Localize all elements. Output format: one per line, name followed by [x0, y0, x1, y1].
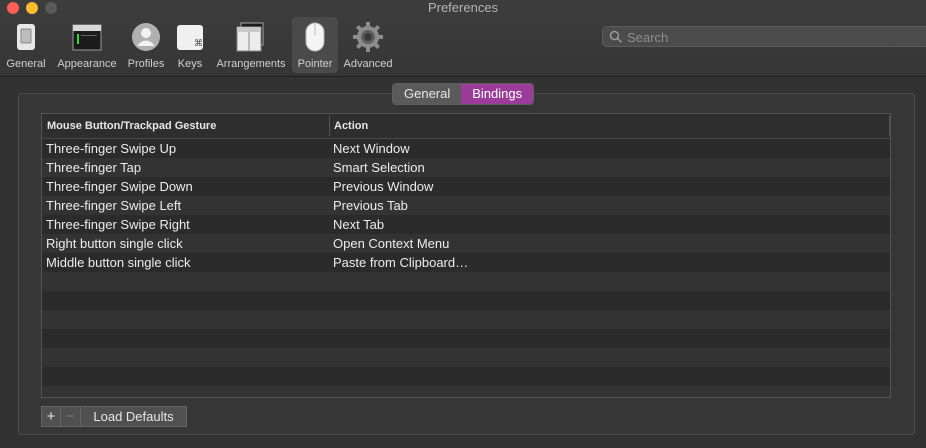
action-cell: Next Tab	[333, 217, 385, 232]
table-row[interactable]: Three-finger Swipe Down Previous Window	[42, 177, 890, 196]
table-header: Mouse Button/Trackpad Gesture Action	[42, 114, 890, 139]
table-row[interactable]	[42, 310, 890, 329]
action-cell: Next Window	[333, 141, 410, 156]
toolbar-item-arrangements[interactable]: Arrangements	[212, 17, 290, 73]
toolbar-item-pointer[interactable]: Pointer	[292, 17, 338, 73]
toolbar-item-profiles[interactable]: Profiles	[124, 17, 168, 73]
toolbar-item-advanced[interactable]: Advanced	[340, 17, 396, 73]
load-defaults-button[interactable]: Load Defaults	[81, 406, 187, 427]
preferences-window: Preferences General Appearance Profiles …	[0, 0, 926, 448]
toolbar-label: Pointer	[297, 58, 333, 70]
table-row[interactable]	[42, 348, 890, 367]
toolbar-label: General	[6, 58, 46, 70]
toolbar-label: Profiles	[127, 58, 165, 70]
toolbar-label: Appearance	[57, 58, 117, 70]
gear-icon	[352, 21, 384, 53]
toolbar-label: Advanced	[343, 58, 393, 70]
column-divider	[889, 116, 890, 136]
column-divider[interactable]	[329, 116, 330, 136]
table-actions: + − Load Defaults	[41, 406, 187, 427]
toolbar-item-general[interactable]: General	[4, 17, 48, 73]
keys-icon: ⌘	[174, 21, 206, 53]
table-row[interactable]: Right button single click Open Context Me…	[42, 234, 890, 253]
search-icon	[609, 30, 623, 44]
action-cell: Open Context Menu	[333, 236, 450, 251]
profiles-icon	[130, 21, 162, 53]
bindings-table: Mouse Button/Trackpad Gesture Action Thr…	[41, 113, 891, 398]
gesture-cell: Right button single click	[46, 236, 183, 251]
pointer-icon	[299, 21, 331, 53]
table-row[interactable]	[42, 272, 890, 291]
title-bar: Preferences General Appearance Profiles …	[0, 0, 926, 77]
table-row[interactable]: Three-finger Swipe Up Next Window	[42, 139, 890, 158]
gesture-cell: Three-finger Swipe Left	[46, 198, 182, 213]
gesture-cell: Three-finger Swipe Down	[46, 179, 193, 194]
toolbar-item-appearance[interactable]: Appearance	[53, 17, 121, 73]
column-header-gesture[interactable]: Mouse Button/Trackpad Gesture	[47, 114, 216, 138]
tab-control: General Bindings	[392, 83, 535, 105]
table-row[interactable]	[42, 291, 890, 310]
table-row[interactable]	[42, 386, 890, 397]
table-row[interactable]	[42, 367, 890, 386]
toolbar-label: Arrangements	[216, 58, 286, 70]
gesture-cell: Three-finger Swipe Right	[46, 217, 190, 232]
table-row[interactable]: Three-finger Swipe Left Previous Tab	[42, 196, 890, 215]
tab-bindings[interactable]: Bindings	[461, 84, 534, 104]
action-cell: Previous Window	[333, 179, 434, 194]
gesture-cell: Three-finger Swipe Up	[46, 141, 177, 156]
general-icon	[10, 21, 42, 53]
table-row[interactable]: Middle button single click Paste from Cli…	[42, 253, 890, 272]
svg-text:⌘: ⌘	[194, 39, 203, 49]
toolbar-label: Keys	[177, 58, 203, 70]
tab-general[interactable]: General	[393, 84, 462, 104]
search-field[interactable]	[602, 26, 926, 47]
column-header-action[interactable]: Action	[334, 114, 368, 138]
arrangements-icon	[235, 21, 267, 53]
gesture-cell: Three-finger Tap	[46, 160, 142, 175]
action-cell: Smart Selection	[333, 160, 425, 175]
gesture-cell: Middle button single click	[46, 255, 191, 270]
toolbar-item-keys[interactable]: ⌘ Keys	[173, 17, 207, 73]
remove-button[interactable]: −	[61, 406, 81, 427]
table-row[interactable]: Three-finger Tap Smart Selection	[42, 158, 890, 177]
table-row[interactable]: Three-finger Swipe Right Next Tab	[42, 215, 890, 234]
table-row[interactable]	[42, 329, 890, 348]
action-cell: Paste from Clipboard…	[333, 255, 469, 270]
table-body: Three-finger Swipe Up Next Window Three-fi…	[42, 139, 890, 397]
action-cell: Previous Tab	[333, 198, 408, 213]
appearance-icon	[71, 21, 103, 53]
search-input[interactable]	[625, 28, 919, 47]
window-title: Preferences	[427, 0, 499, 15]
add-button[interactable]: +	[41, 406, 61, 427]
